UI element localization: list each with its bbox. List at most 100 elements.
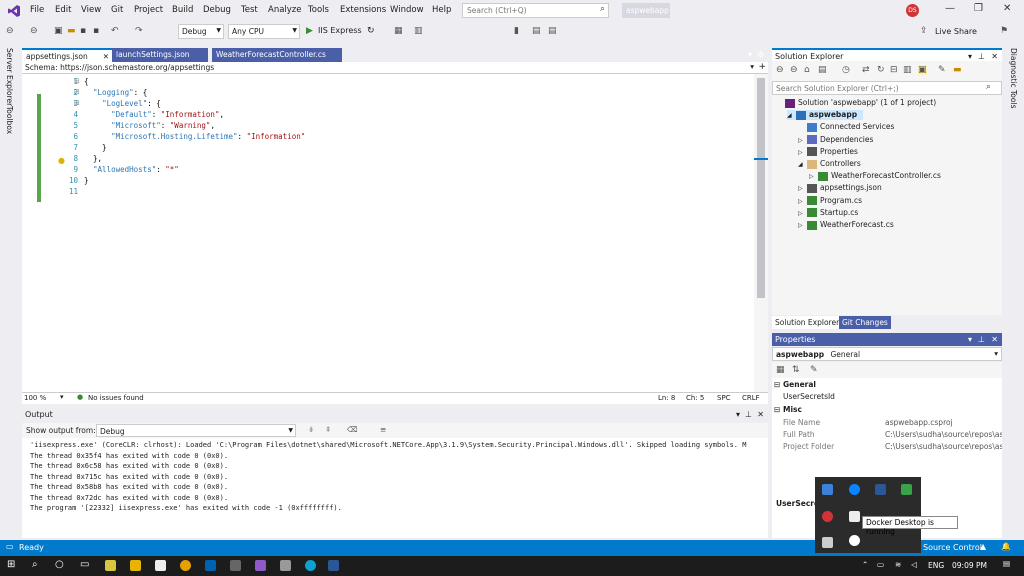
tab-weatherforecastcontroller[interactable]: WeatherForecastController.cs: [212, 48, 342, 62]
collapse-all-icon[interactable]: ⊟: [890, 65, 898, 75]
app-icon[interactable]: [230, 560, 241, 571]
tab-git-changes[interactable]: Git Changes: [839, 316, 891, 329]
output-text[interactable]: 'iisexpress.exe' (CoreCLR: clrhost): Loa…: [22, 438, 768, 538]
tree-node[interactable]: ▷ Properties: [798, 147, 858, 157]
tree-node[interactable]: Connected Services: [798, 122, 894, 132]
categorized-icon[interactable]: ▦: [776, 365, 785, 375]
tab-launchsettings[interactable]: launchSettings.json: [112, 48, 208, 62]
edge-icon[interactable]: [305, 560, 316, 571]
tray-app-icon[interactable]: [822, 537, 833, 548]
word-icon[interactable]: [328, 560, 339, 571]
menu-window[interactable]: Window: [390, 5, 424, 15]
security-icon[interactable]: [901, 484, 912, 495]
collapsed-arrow-icon[interactable]: ▷: [798, 198, 807, 205]
menu-debug[interactable]: Debug: [203, 5, 231, 15]
tree-node[interactable]: ▷ appsettings.json: [798, 183, 882, 193]
clear-all-icon[interactable]: ⌫: [347, 425, 358, 434]
bookmark-icon[interactable]: ▮: [514, 26, 519, 36]
filter-icon[interactable]: ▬: [953, 65, 962, 75]
store-icon[interactable]: [155, 560, 166, 571]
output-source-dropdown[interactable]: Debug ▼: [96, 424, 296, 437]
menu-git[interactable]: Git: [111, 5, 123, 15]
pin-icon[interactable]: ⊥: [978, 335, 985, 344]
pin-icon[interactable]: ⊥: [745, 410, 752, 419]
close-icon[interactable]: ✕: [103, 52, 109, 61]
collapsed-arrow-icon[interactable]: ▷: [798, 137, 807, 144]
language-indicator[interactable]: ENG: [928, 561, 944, 570]
tray-app-icon[interactable]: [849, 511, 860, 522]
tray-app-icon[interactable]: [822, 484, 833, 495]
collapse-icon[interactable]: ⊟: [774, 380, 780, 389]
search-box[interactable]: Search (Ctrl+Q) ⌕: [462, 3, 609, 18]
indent-mode[interactable]: SPC: [717, 394, 731, 402]
windows-start-icon[interactable]: ⊞: [7, 559, 15, 570]
tab-overflow-icon[interactable]: ▾: [748, 50, 752, 59]
expanded-arrow-icon[interactable]: ◢: [798, 161, 807, 168]
collapsed-arrow-icon[interactable]: ▷: [798, 149, 807, 156]
tree-node[interactable]: Solution 'aspwebapp' (1 of 1 project): [776, 98, 936, 108]
refresh-icon[interactable]: ↻: [877, 65, 885, 75]
tree-node[interactable]: ▷ Program.cs: [798, 196, 862, 206]
word-wrap-icon[interactable]: ≡: [380, 425, 386, 434]
collapse-icon[interactable]: ⊟: [774, 405, 780, 414]
menu-build[interactable]: Build: [172, 5, 193, 15]
redo-icon[interactable]: ↷: [135, 26, 143, 36]
split-editor-icon[interactable]: +: [758, 62, 766, 72]
configuration-dropdown[interactable]: Debug ▼: [178, 24, 224, 39]
menu-view[interactable]: View: [81, 5, 101, 15]
property-row[interactable]: UserSecretsId: [772, 392, 1002, 404]
menu-edit[interactable]: Edit: [55, 5, 71, 15]
chevron-down-icon[interactable]: ▾: [968, 52, 972, 61]
diagnostic-tools-tab[interactable]: Diagnostic Tools: [1009, 48, 1018, 108]
issues-status[interactable]: No issues found: [88, 394, 144, 402]
find-message-icon[interactable]: ⇞: [325, 425, 331, 434]
refresh-icon[interactable]: ↻: [367, 26, 375, 36]
maximize-button[interactable]: ❐: [974, 3, 983, 14]
chevron-down-icon[interactable]: ▾: [750, 62, 754, 71]
close-icon[interactable]: ✕: [991, 52, 998, 61]
toolbar-icon[interactable]: ▤: [548, 26, 557, 36]
notifications-icon[interactable]: 🔔: [1001, 542, 1011, 551]
search-icon[interactable]: ⌕: [32, 559, 38, 570]
menu-test[interactable]: Test: [241, 5, 258, 15]
new-project-icon[interactable]: ▣: [54, 26, 63, 36]
chrome-icon[interactable]: [180, 560, 191, 571]
open-folder-icon[interactable]: ▬: [67, 26, 76, 36]
property-row[interactable]: Project Folder C:\Users\sudha\source\rep…: [772, 442, 1002, 454]
switch-views-icon[interactable]: ▤: [818, 65, 827, 75]
tree-node[interactable]: ◢ Controllers: [798, 159, 861, 169]
sync-icon[interactable]: ⇄: [862, 65, 870, 75]
menu-tools[interactable]: Tools: [308, 5, 329, 15]
code-editor[interactable]: ⊟ ⊟ ⊟ ● 1{2 "Logging": {3 "LogLevel": {4…: [22, 74, 768, 392]
source-control-button[interactable]: Source Control: [923, 543, 982, 552]
toolbox-tab[interactable]: Toolbox: [5, 106, 14, 134]
zoom-level[interactable]: 100 %: [24, 394, 46, 402]
run-icon[interactable]: ▶: [306, 26, 313, 36]
menu-file[interactable]: File: [30, 5, 44, 15]
show-all-files-icon[interactable]: ▥: [903, 65, 912, 75]
collapsed-arrow-icon[interactable]: ▷: [798, 210, 807, 217]
property-pages-icon[interactable]: ✎: [810, 365, 818, 375]
property-row[interactable]: Full Path C:\Users\sudha\source\repos\as…: [772, 430, 1002, 442]
expanded-arrow-icon[interactable]: ◢: [787, 112, 796, 119]
tab-appsettings[interactable]: appsettings.json ✕: [22, 48, 112, 62]
settings-icon[interactable]: ⚙: [757, 50, 764, 59]
collapsed-arrow-icon[interactable]: ▷: [798, 185, 807, 192]
app-icon[interactable]: [280, 560, 291, 571]
server-explorer-tab[interactable]: Server Explorer: [5, 48, 14, 106]
close-window-button[interactable]: ✕: [1003, 3, 1011, 14]
wifi-icon[interactable]: ≋: [895, 560, 901, 569]
property-category[interactable]: ⊟ General: [772, 380, 1002, 392]
preview-icon[interactable]: ▣: [918, 65, 927, 75]
home-icon[interactable]: ⌂: [804, 65, 810, 75]
tree-node[interactable]: ▷ Dependencies: [798, 135, 873, 145]
action-center-icon[interactable]: ▤: [1003, 559, 1010, 568]
save-icon[interactable]: ▪: [80, 26, 86, 36]
chevron-down-icon[interactable]: ▾: [968, 335, 972, 344]
editor-scrollbar[interactable]: [754, 74, 768, 392]
property-row[interactable]: File Name aspwebapp.csproj: [772, 418, 1002, 430]
tree-node[interactable]: ◢ aspwebapp: [787, 110, 864, 120]
back-icon[interactable]: ⊖: [776, 65, 784, 75]
toolbar-icon[interactable]: ▦: [394, 26, 403, 36]
menu-help[interactable]: Help: [432, 5, 451, 15]
